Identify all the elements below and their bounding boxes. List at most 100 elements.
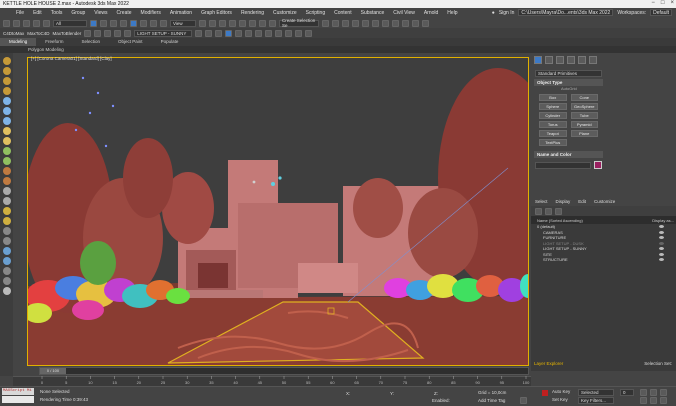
selection-set-label[interactable]: Selection Set:: [644, 361, 672, 366]
object-name-input[interactable]: [535, 161, 591, 169]
align-icon[interactable]: [332, 19, 339, 27]
scene-menu-display[interactable]: Display: [556, 199, 571, 204]
pan-icon[interactable]: [640, 389, 647, 396]
time-slider-thumb[interactable]: 0 / 100: [40, 368, 66, 374]
menu-tools[interactable]: Tools: [51, 10, 63, 16]
menu-civil-view[interactable]: Civil View: [393, 10, 415, 16]
torus-button[interactable]: Torus: [539, 121, 567, 128]
layer-row-structure[interactable]: STRUCTURE: [531, 257, 676, 263]
toolbar-icon-22[interactable]: [2, 267, 11, 275]
teapot-button[interactable]: Teapot: [539, 130, 567, 137]
maximize-button[interactable]: □: [661, 0, 665, 6]
axis-constraint-xy-icon[interactable]: [225, 29, 233, 37]
cut-icon[interactable]: [295, 29, 303, 37]
ribbon-toggle-icon[interactable]: [362, 19, 369, 27]
weld-icon[interactable]: [265, 29, 273, 37]
extrude-icon[interactable]: [235, 29, 243, 37]
plane-button[interactable]: Plane: [570, 130, 598, 137]
bind-icon[interactable]: [43, 19, 50, 27]
toolbar-icon-7[interactable]: [2, 117, 11, 125]
menu-substance[interactable]: Substance: [361, 10, 385, 16]
spinner-snap-icon[interactable]: [259, 19, 266, 27]
layer-explorer-icon[interactable]: [352, 19, 359, 27]
tab-freeform[interactable]: Freeform: [36, 38, 72, 46]
select-by-name-icon[interactable]: [100, 19, 107, 27]
create-tab-icon[interactable]: [534, 56, 542, 64]
connect-icon[interactable]: [275, 29, 283, 37]
plugin-maxtoc4d[interactable]: MaxToC4D: [27, 31, 49, 36]
toolbar-icon-5[interactable]: [2, 97, 11, 105]
render-production-icon[interactable]: [422, 19, 429, 27]
redo-icon[interactable]: [13, 19, 20, 27]
zoom-icon[interactable]: [660, 389, 667, 396]
schematic-view-icon[interactable]: [382, 19, 389, 27]
layer-manager-icon[interactable]: [84, 29, 92, 37]
scene-explorer-icon[interactable]: [342, 19, 349, 27]
toolbar-icon-9[interactable]: [2, 137, 11, 145]
toolbar-icon-14[interactable]: [2, 187, 11, 195]
layer-explorer-dropdown[interactable]: Layer Explorer: [531, 361, 563, 366]
menu-views[interactable]: Views: [94, 10, 107, 16]
visibility-eye-icon[interactable]: [659, 230, 664, 234]
move-icon[interactable]: [130, 19, 137, 27]
maxscript-input[interactable]: [2, 396, 34, 403]
slice-icon[interactable]: [305, 29, 313, 37]
menu-graph-editors[interactable]: Graph Editors: [201, 10, 232, 16]
name-and-color-rollout[interactable]: Name and Color: [534, 151, 603, 158]
field-of-view-icon[interactable]: [650, 397, 657, 404]
utilities-tab-icon[interactable]: [589, 56, 597, 64]
menu-create[interactable]: Create: [117, 10, 132, 16]
material-editor-icon[interactable]: [392, 19, 399, 27]
set-key-button[interactable]: Set Key: [552, 397, 568, 402]
display-tab-icon[interactable]: [578, 56, 586, 64]
toolbar-icon-18[interactable]: [2, 227, 11, 235]
maximize-viewport-icon[interactable]: [660, 397, 667, 404]
scene-menu-edit[interactable]: Edit: [578, 199, 586, 204]
play-icon[interactable]: [520, 397, 527, 404]
cylinder-button[interactable]: Cylinder: [539, 112, 567, 119]
motion-tab-icon[interactable]: [567, 56, 575, 64]
selection-filter-dropdown[interactable]: All: [53, 19, 87, 27]
visibility-eye-icon[interactable]: [659, 247, 664, 251]
auto-key-button[interactable]: Auto Key: [552, 389, 570, 394]
menu-animation[interactable]: Animation: [170, 10, 192, 16]
menu-file[interactable]: File: [16, 10, 24, 16]
window-crossing-icon[interactable]: [120, 19, 127, 27]
object-color-swatch[interactable]: [594, 161, 602, 169]
maxscript-listener[interactable]: MAXScript Mi: [2, 388, 34, 395]
toolbar-icon-20[interactable]: [2, 247, 11, 255]
edit-named-selection-icon[interactable]: [269, 19, 276, 27]
column-display-header[interactable]: Display as...: [652, 218, 674, 223]
toolbar-icon-4[interactable]: [2, 87, 11, 95]
add-time-tag-button[interactable]: Add Time Tag: [478, 398, 505, 403]
viewport-label[interactable]: [+] [Corona Camera01] [Standard] [Clay]: [31, 56, 112, 61]
toolbar-icon-15[interactable]: [2, 197, 11, 205]
modify-tab-icon[interactable]: [545, 56, 553, 64]
bridge-icon[interactable]: [285, 29, 293, 37]
undo-icon[interactable]: [3, 19, 10, 27]
textplus-button[interactable]: TextPlus: [539, 139, 567, 146]
visibility-eye-icon[interactable]: [659, 252, 664, 256]
axis-constraint-z-icon[interactable]: [215, 29, 223, 37]
axis-constraint-y-icon[interactable]: [205, 29, 213, 37]
scene-menu-select[interactable]: Select: [535, 199, 548, 204]
ribbon-subtab[interactable]: Polygon Modeling: [0, 46, 676, 53]
cone-button[interactable]: Cone: [570, 94, 598, 101]
sphere-button[interactable]: Sphere: [539, 103, 567, 110]
box-button[interactable]: Box: [539, 94, 567, 101]
select-object-icon[interactable]: [90, 19, 97, 27]
key-filters-button[interactable]: Key Filters...: [578, 397, 614, 404]
toolbar-icon-19[interactable]: [2, 237, 11, 245]
menu-help[interactable]: Help: [447, 10, 457, 16]
placement-icon[interactable]: [160, 19, 167, 27]
link-icon[interactable]: [23, 19, 30, 27]
visibility-eye-icon[interactable]: [659, 225, 664, 229]
record-key-icon[interactable]: [542, 390, 548, 396]
toolbar-icon-12[interactable]: [2, 167, 11, 175]
bevel-icon[interactable]: [245, 29, 253, 37]
visibility-eye-icon[interactable]: [659, 236, 664, 240]
percent-snap-icon[interactable]: [249, 19, 256, 27]
toolbar-icon-6[interactable]: [2, 107, 11, 115]
filter-icon[interactable]: [535, 207, 542, 215]
current-frame-field[interactable]: 0: [620, 389, 634, 396]
